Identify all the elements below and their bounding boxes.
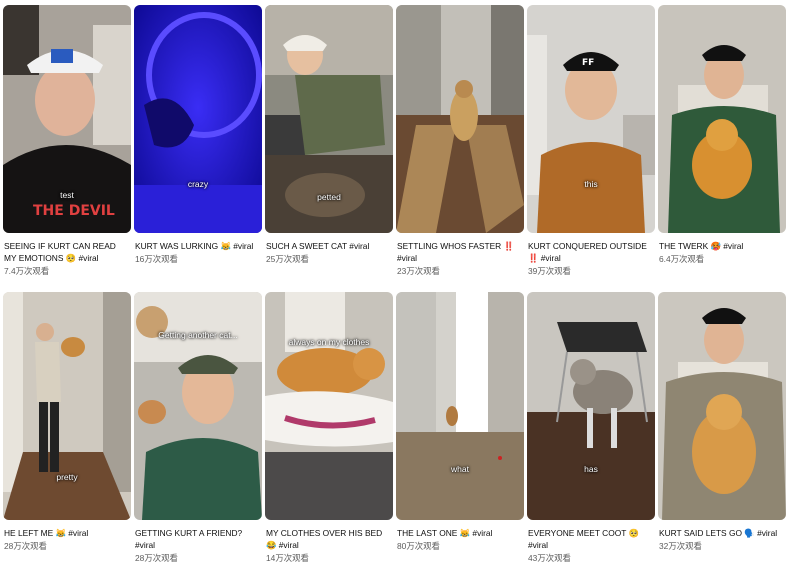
video-grid: THE DEVIL test SEEING IF KURT CAN READ M… (3, 5, 786, 579)
svg-text:FF: FF (582, 58, 594, 68)
caption-overlay: this (584, 179, 598, 189)
video-card[interactable]: crazy KURT WAS LURKING 😹 #viral 16万次观看 (134, 5, 262, 292)
svg-text:THE DEVIL: THE DEVIL (33, 203, 115, 219)
thumbnail-image: FF (527, 5, 655, 233)
view-count: 28万次观看 (135, 553, 178, 563)
video-title[interactable]: HE LEFT ME 😹 #viral (4, 527, 130, 539)
view-count: 14万次观看 (266, 553, 309, 563)
video-card[interactable]: petted SUCH A SWEET CAT #viral 25万次观看 (265, 5, 393, 292)
view-count: 7.4万次观看 (4, 266, 50, 276)
video-title[interactable]: KURT WAS LURKING 😹 #viral (135, 240, 261, 252)
video-card[interactable]: KURT SAID LETS GO 🗣️ #viral 32万次观看 (658, 292, 786, 579)
video-title[interactable]: KURT CONQUERED OUTSIDE ‼️ #viral (528, 240, 654, 264)
caption-overlay: crazy (187, 179, 209, 189)
video-thumbnail[interactable]: has (527, 292, 655, 520)
view-count: 43万次观看 (528, 553, 571, 563)
video-card[interactable]: always on my clothes MY CLOTHES OVER HIS… (265, 292, 393, 579)
view-count: 6.4万次观看 (659, 254, 705, 264)
video-thumbnail[interactable] (396, 5, 524, 233)
video-thumbnail[interactable]: always on my clothes (265, 292, 393, 520)
thumbnail-image (134, 292, 262, 520)
thumbnail-image (134, 5, 262, 233)
video-title[interactable]: KURT SAID LETS GO 🗣️ #viral (659, 527, 785, 539)
video-card[interactable]: THE DEVIL test SEEING IF KURT CAN READ M… (3, 5, 131, 292)
video-title[interactable]: SEEING IF KURT CAN READ MY EMOTIONS 🥺 #v… (4, 240, 130, 264)
video-thumbnail[interactable]: crazy (134, 5, 262, 233)
view-count: 16万次观看 (135, 254, 178, 264)
video-thumbnail[interactable]: what (396, 292, 524, 520)
thumbnail-image (527, 292, 655, 520)
video-thumbnail[interactable]: THE DEVIL test (3, 5, 131, 233)
video-title[interactable]: MY CLOTHES OVER HIS BED 😂 #viral (266, 527, 392, 551)
video-card[interactable]: FF this KURT CONQUERED OUTSIDE ‼️ #viral… (527, 5, 655, 292)
thumbnail-image (396, 5, 524, 233)
video-thumbnail[interactable] (658, 5, 786, 233)
caption-overlay: Getting another cat... (158, 330, 238, 340)
thumbnail-image (658, 292, 786, 520)
video-thumbnail[interactable] (658, 292, 786, 520)
video-card[interactable]: has EVERYONE MEET COOT 🥺 #viral 43万次观看 (527, 292, 655, 579)
video-card[interactable]: THE TWERK 🥵 #viral 6.4万次观看 (658, 5, 786, 292)
video-thumbnail[interactable]: pretty (3, 292, 131, 520)
thumbnail-image (3, 292, 131, 520)
video-title[interactable]: GETTING KURT A FRIEND? #viral (135, 527, 261, 551)
thumbnail-image (658, 5, 786, 233)
video-card[interactable]: pretty HE LEFT ME 😹 #viral 28万次观看 (3, 292, 131, 579)
caption-overlay: always on my clothes (288, 337, 370, 347)
video-title[interactable]: EVERYONE MEET COOT 🥺 #viral (528, 527, 654, 551)
view-count: 39万次观看 (528, 266, 571, 276)
thumbnail-image (396, 292, 524, 520)
caption-overlay: what (451, 464, 469, 474)
thumbnail-image (265, 292, 393, 520)
video-card[interactable]: SETTLING WHOS FASTER ‼️ #viral 23万次观看 (396, 5, 524, 292)
video-title[interactable]: THE LAST ONE 😹 #viral (397, 527, 523, 539)
view-count: 28万次观看 (4, 541, 47, 551)
view-count: 23万次观看 (397, 266, 440, 276)
video-thumbnail[interactable]: petted (265, 5, 393, 233)
video-card[interactable]: Getting another cat... GETTING KURT A FR… (134, 292, 262, 579)
video-thumbnail[interactable]: FF this (527, 5, 655, 233)
caption-overlay: pretty (56, 472, 78, 482)
view-count: 32万次观看 (659, 541, 702, 551)
video-thumbnail[interactable]: Getting another cat... (134, 292, 262, 520)
video-card[interactable]: what THE LAST ONE 😹 #viral 80万次观看 (396, 292, 524, 579)
video-title[interactable]: THE TWERK 🥵 #viral (659, 240, 785, 252)
video-title[interactable]: SETTLING WHOS FASTER ‼️ #viral (397, 240, 523, 264)
caption-overlay: has (584, 464, 598, 474)
view-count: 25万次观看 (266, 254, 309, 264)
video-title[interactable]: SUCH A SWEET CAT #viral (266, 240, 392, 252)
view-count: 80万次观看 (397, 541, 440, 551)
caption-overlay: petted (317, 192, 341, 202)
caption-overlay: test (60, 190, 74, 200)
